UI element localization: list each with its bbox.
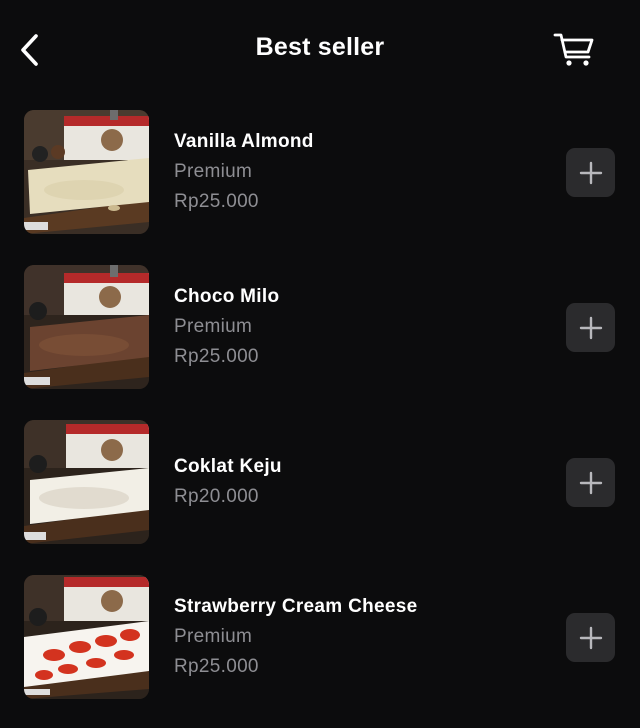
add-to-cart-button[interactable] [566, 458, 615, 507]
product-price: Rp20.000 [174, 486, 259, 507]
product-name: Coklat Keju [174, 456, 282, 477]
product-image [24, 110, 149, 234]
product-info: Strawberry Cream Cheese Premium Rp25.000 [174, 573, 417, 701]
product-category: Premium [174, 626, 253, 647]
product-image [24, 420, 149, 544]
add-to-cart-button[interactable] [566, 148, 615, 197]
add-to-cart-button[interactable] [566, 613, 615, 662]
product-category: Premium [174, 161, 253, 182]
product-name: Vanilla Almond [174, 131, 314, 152]
plus-icon [579, 471, 602, 494]
product-info: Coklat Keju Rp20.000 [174, 418, 282, 546]
product-list: Vanilla Almond Premium Rp25.000 Choco Mi… [0, 108, 640, 728]
product-name: Strawberry Cream Cheese [174, 596, 418, 617]
product-image [24, 575, 149, 699]
product-info: Choco Milo Premium Rp25.000 [174, 263, 279, 391]
cart-button[interactable] [552, 30, 596, 70]
product-image [24, 265, 149, 389]
cart-icon [553, 33, 594, 66]
page-title: Best seller [255, 33, 385, 61]
product-item[interactable]: Choco Milo Premium Rp25.000 [0, 263, 640, 418]
plus-icon [579, 161, 602, 184]
plus-icon [579, 626, 602, 649]
product-name: Choco Milo [174, 286, 280, 307]
add-to-cart-button[interactable] [566, 303, 615, 352]
product-price: Rp25.000 [174, 346, 259, 367]
product-info: Vanilla Almond Premium Rp25.000 [174, 108, 314, 236]
product-price: Rp25.000 [174, 656, 259, 677]
product-item[interactable]: Vanilla Almond Premium Rp25.000 [0, 108, 640, 263]
product-item[interactable]: Strawberry Cream Cheese Premium Rp25.000 [0, 573, 640, 728]
product-price: Rp25.000 [174, 191, 259, 212]
product-item[interactable]: Coklat Keju Rp20.000 [0, 418, 640, 573]
product-category: Premium [174, 316, 253, 337]
app-header: Best seller [0, 0, 640, 96]
plus-icon [579, 316, 602, 339]
